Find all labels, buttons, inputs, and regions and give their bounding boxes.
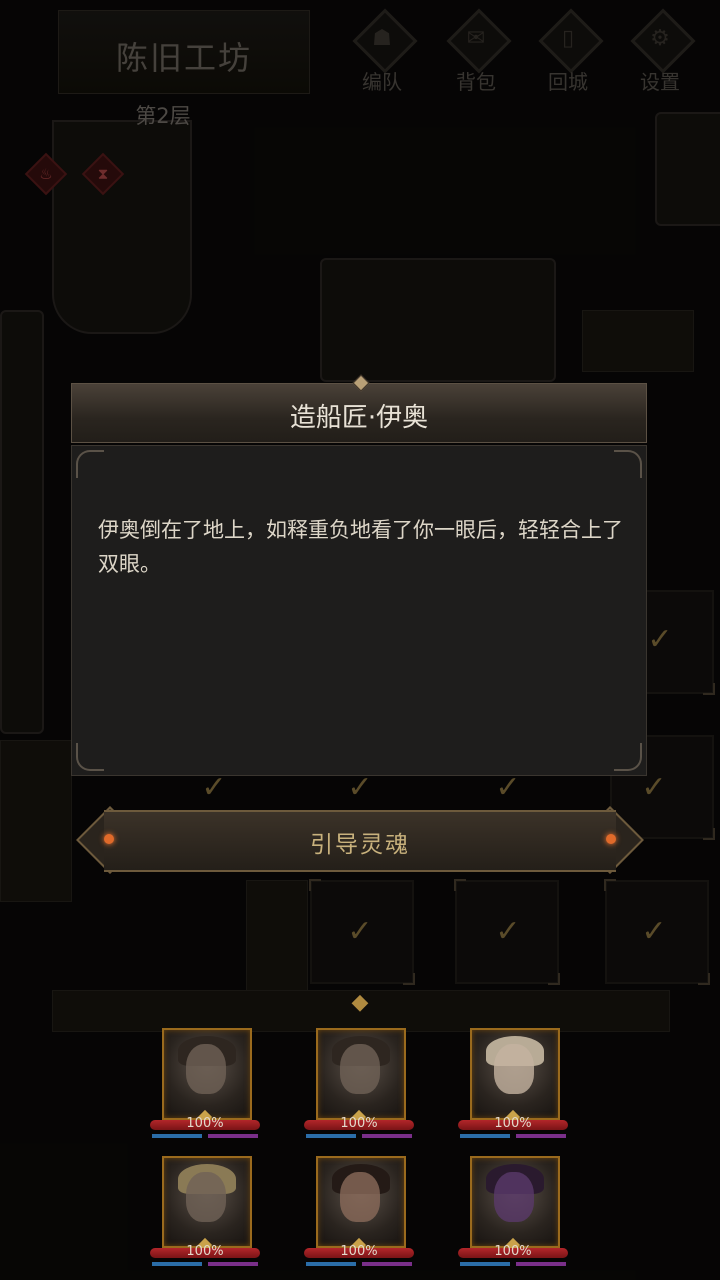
hp-text: 100% <box>340 1116 378 1131</box>
hero-portrait <box>316 1028 406 1120</box>
guide-soul-button[interactable]: 引导灵魂 <box>76 806 644 874</box>
energy-bar <box>152 1262 202 1266</box>
hp-text: 100% <box>494 1244 532 1259</box>
dialog-text: 伊奥倒在了地上，如释重负地看了你一眼后，轻轻合上了双眼。 <box>98 518 623 576</box>
energy-bar <box>460 1262 510 1266</box>
party-toggle-chevron-icon[interactable]: ◆ <box>342 988 378 1018</box>
hero-portrait <box>162 1156 252 1248</box>
hp-text: 100% <box>186 1244 224 1259</box>
corner-ornament <box>614 450 642 478</box>
dialog-title: 造船匠·伊奥 <box>289 403 429 433</box>
hp-text: 100% <box>186 1116 224 1131</box>
energy-bar <box>460 1134 510 1138</box>
dialog-header: 造船匠·伊奥 <box>71 374 647 443</box>
party-member[interactable]: 100% <box>304 1028 416 1152</box>
corner-ornament <box>614 743 642 771</box>
hp-text: 100% <box>494 1116 532 1131</box>
energy-bar <box>152 1134 202 1138</box>
guide-soul-label: 引导灵魂 <box>310 832 410 858</box>
soul-bar <box>208 1262 258 1266</box>
party-member[interactable]: 100% <box>458 1028 570 1152</box>
hero-portrait <box>316 1156 406 1248</box>
soul-bar <box>362 1262 412 1266</box>
party-member[interactable]: 100% <box>458 1156 570 1280</box>
hero-portrait <box>162 1028 252 1120</box>
soul-bar <box>516 1262 566 1266</box>
corner-ornament <box>76 743 104 771</box>
party-member[interactable]: 100% <box>150 1028 262 1152</box>
energy-bar <box>306 1134 356 1138</box>
hp-text: 100% <box>340 1244 378 1259</box>
npc-dialog: 造船匠·伊奥 伊奥倒在了地上，如释重负地看了你一眼后，轻轻合上了双眼。 <box>71 374 649 776</box>
soul-bar <box>208 1134 258 1138</box>
corner-ornament <box>76 450 104 478</box>
hero-portrait <box>470 1028 560 1120</box>
dialog-body <box>71 445 647 776</box>
hero-portrait <box>470 1156 560 1248</box>
soul-bar <box>362 1134 412 1138</box>
energy-bar <box>306 1262 356 1266</box>
party-member[interactable]: 100% <box>304 1156 416 1280</box>
party-member[interactable]: 100% <box>150 1156 262 1280</box>
soul-bar <box>516 1134 566 1138</box>
